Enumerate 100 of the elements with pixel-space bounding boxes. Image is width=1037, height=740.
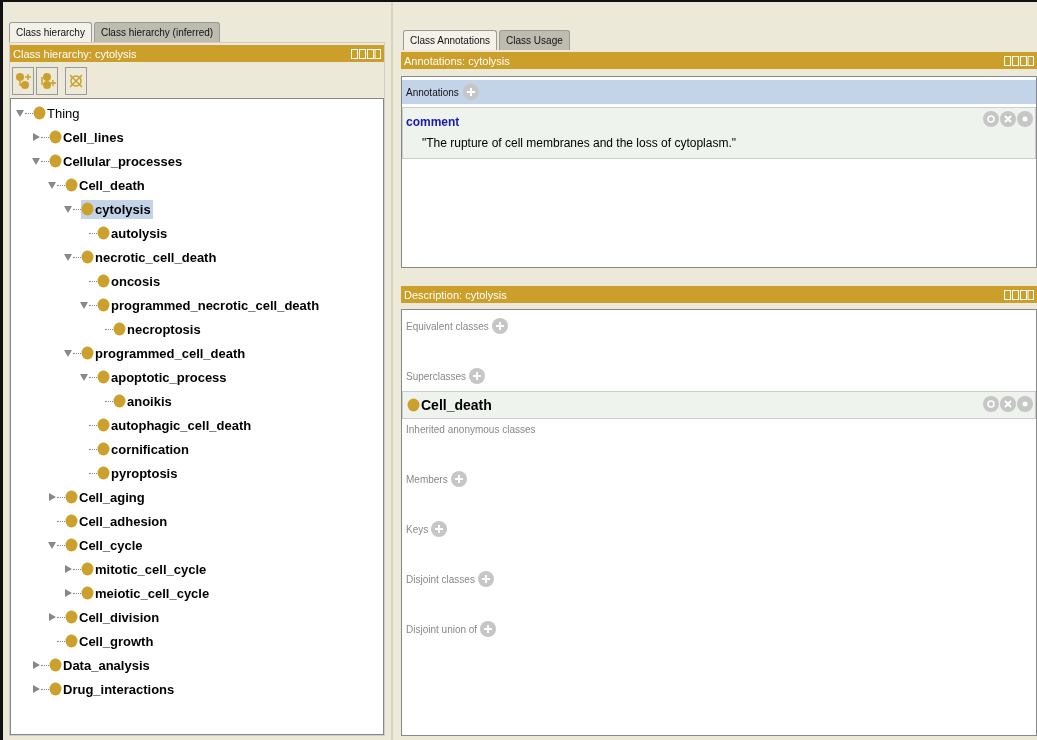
add-icon[interactable] bbox=[477, 571, 494, 587]
collapse-arrow-icon[interactable] bbox=[63, 252, 73, 262]
class-node[interactable]: Cell_adhesion bbox=[65, 511, 170, 531]
add-icon[interactable] bbox=[469, 368, 486, 384]
expand-arrow-icon[interactable] bbox=[63, 564, 73, 574]
class-node[interactable]: meiotic_cell_cycle bbox=[81, 583, 212, 603]
class-node[interactable]: mitotic_cell_cycle bbox=[81, 559, 209, 579]
section-label: Inherited anonymous classes bbox=[406, 423, 536, 435]
class-node[interactable]: Data_analysis bbox=[49, 655, 152, 675]
class-icon bbox=[81, 202, 94, 216]
collapse-arrow-icon[interactable] bbox=[15, 108, 25, 118]
class-node[interactable]: cytolysis bbox=[81, 199, 153, 219]
view-title: Description: cytolysis bbox=[404, 288, 508, 301]
class-node[interactable]: apoptotic_process bbox=[97, 367, 229, 387]
class-node[interactable]: Cell_lines bbox=[49, 127, 126, 147]
add-icon[interactable] bbox=[462, 84, 479, 100]
annotate-icon[interactable] bbox=[983, 396, 999, 412]
add-subclass-icon bbox=[14, 72, 32, 90]
class-node[interactable]: Cellular_processes bbox=[49, 151, 185, 171]
class-icon bbox=[49, 658, 62, 672]
add-sibling-icon bbox=[38, 72, 56, 90]
class-icon bbox=[97, 370, 110, 384]
collapse-arrow-icon[interactable] bbox=[79, 300, 89, 310]
class-icon bbox=[113, 394, 126, 408]
annotation-value: "The rupture of cell membranes and the loss of cytoplasm." bbox=[421, 135, 737, 150]
class-node[interactable]: autophagic_cell_death bbox=[97, 415, 254, 435]
view-controls-icon[interactable] bbox=[351, 48, 381, 59]
class-icon bbox=[97, 442, 110, 456]
class-icon bbox=[113, 322, 126, 336]
section-label: Keys bbox=[406, 523, 429, 535]
expand-arrow-icon[interactable] bbox=[63, 588, 73, 598]
class-icon bbox=[81, 586, 94, 600]
edit-icon[interactable] bbox=[1017, 111, 1033, 127]
delete-icon[interactable] bbox=[1000, 111, 1016, 127]
collapse-arrow-icon[interactable] bbox=[79, 372, 89, 382]
view-title: Annotations: cytolysis bbox=[404, 54, 511, 67]
collapse-arrow-icon[interactable] bbox=[47, 540, 57, 550]
collapse-arrow-icon[interactable] bbox=[31, 156, 41, 166]
view-tab[interactable]: Class hierarchy (inferred) bbox=[93, 22, 221, 42]
class-icon bbox=[65, 490, 78, 504]
add-icon[interactable] bbox=[480, 621, 497, 637]
add-subclass-button[interactable] bbox=[12, 67, 34, 95]
annotation-row[interactable]: comment "The rupture of cell membranes and the loss of cytoplasm." bbox=[402, 107, 1036, 159]
class-node[interactable]: cornification bbox=[97, 439, 191, 459]
expand-arrow-icon[interactable] bbox=[31, 660, 41, 670]
collapse-arrow-icon[interactable] bbox=[47, 180, 57, 190]
class-icon bbox=[65, 610, 78, 624]
view-controls-icon[interactable] bbox=[1004, 55, 1034, 66]
class-icon bbox=[65, 538, 78, 552]
class-node[interactable]: Cell_aging bbox=[65, 487, 147, 507]
class-icon bbox=[65, 634, 78, 648]
view-controls-icon[interactable] bbox=[1004, 289, 1034, 300]
superclass-row[interactable]: Cell_death bbox=[402, 391, 1036, 419]
class-node[interactable]: Cell_death bbox=[65, 175, 147, 195]
view-tab[interactable]: Class Usage bbox=[499, 30, 570, 50]
section-label: Members bbox=[406, 473, 448, 485]
annotate-icon[interactable] bbox=[983, 111, 999, 127]
class-node[interactable]: programmed_necrotic_cell_death bbox=[97, 295, 322, 315]
add-sibling-button[interactable] bbox=[36, 67, 58, 95]
class-icon bbox=[49, 154, 62, 168]
expand-arrow-icon[interactable] bbox=[31, 132, 41, 142]
class-icon bbox=[33, 106, 46, 120]
delete-icon[interactable] bbox=[1000, 396, 1016, 412]
class-node[interactable]: Cell_growth bbox=[65, 631, 156, 651]
collapse-arrow-icon[interactable] bbox=[63, 204, 73, 214]
class-icon bbox=[81, 250, 94, 264]
view-title: Class hierarchy: cytolysis bbox=[13, 47, 138, 60]
class-node[interactable]: oncosis bbox=[97, 271, 163, 291]
add-icon[interactable] bbox=[491, 318, 508, 334]
expand-arrow-icon[interactable] bbox=[47, 612, 57, 622]
section-label: Superclasses bbox=[406, 370, 467, 382]
delete-class-button[interactable] bbox=[65, 67, 87, 95]
expand-arrow-icon[interactable] bbox=[47, 492, 57, 502]
class-icon bbox=[97, 466, 110, 480]
class-node[interactable]: autolysis bbox=[97, 223, 170, 243]
class-icon bbox=[407, 398, 420, 412]
add-icon[interactable] bbox=[450, 471, 467, 487]
class-node[interactable]: necrotic_cell_death bbox=[81, 247, 219, 267]
class-node[interactable]: necroptosis bbox=[113, 319, 203, 339]
section-label: Equivalent classes bbox=[406, 320, 489, 332]
edit-icon[interactable] bbox=[1017, 396, 1033, 412]
class-node[interactable]: Drug_interactions bbox=[49, 679, 177, 699]
class-node[interactable]: anoikis bbox=[113, 391, 174, 411]
class-icon bbox=[49, 682, 62, 696]
class-name: Cell_death bbox=[421, 397, 492, 413]
view-tab[interactable]: Class hierarchy bbox=[9, 22, 92, 42]
class-node[interactable]: Cell_division bbox=[65, 607, 162, 627]
class-node[interactable]: Cell_cycle bbox=[65, 535, 145, 555]
class-icon bbox=[81, 346, 94, 360]
annotations-label: Annotations bbox=[406, 86, 459, 98]
expand-arrow-icon[interactable] bbox=[31, 684, 41, 694]
class-icon bbox=[49, 130, 62, 144]
collapse-arrow-icon[interactable] bbox=[63, 348, 73, 358]
class-node[interactable]: programmed_cell_death bbox=[81, 343, 248, 363]
class-icon bbox=[97, 274, 110, 288]
class-node[interactable]: Thing bbox=[33, 103, 82, 123]
class-node[interactable]: pyroptosis bbox=[97, 463, 180, 483]
add-icon[interactable] bbox=[431, 521, 448, 537]
view-tab[interactable]: Class Annotations bbox=[403, 30, 498, 50]
section-label: Disjoint classes bbox=[406, 573, 475, 585]
